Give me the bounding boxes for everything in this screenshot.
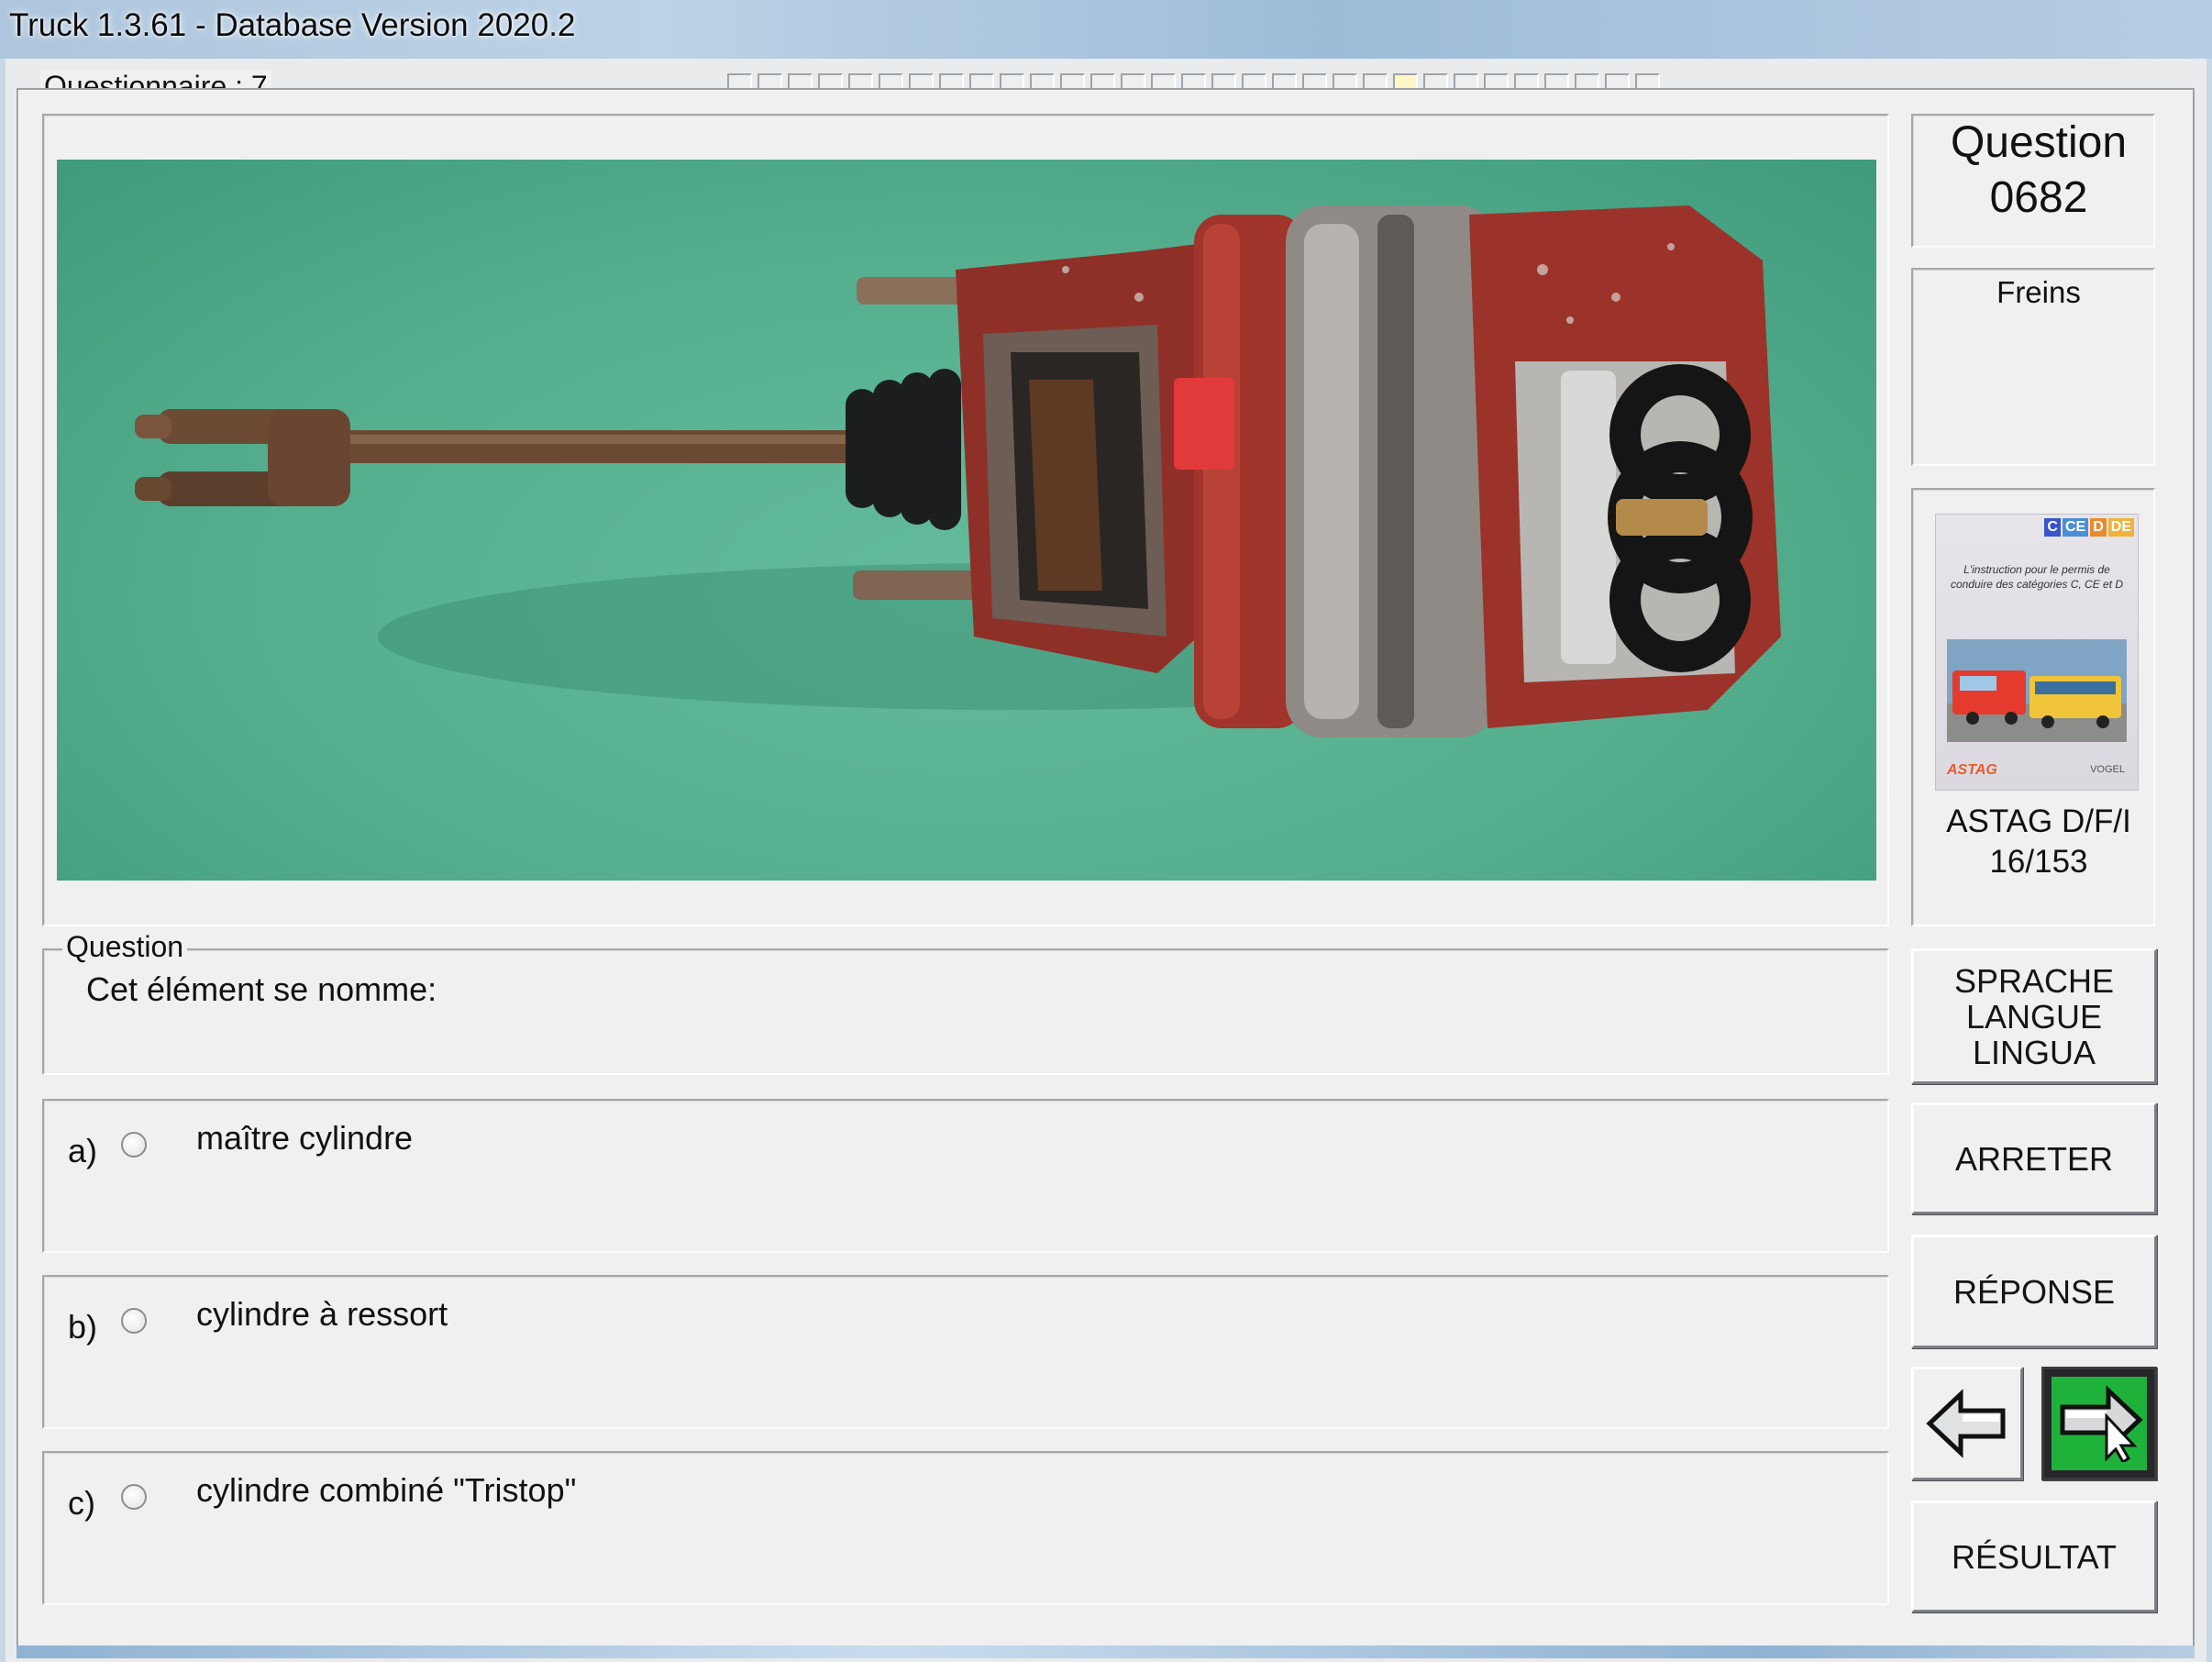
reference-page: 16/153 [1989, 844, 2088, 880]
book-publisher-logo-2: VOGEL [2090, 764, 2125, 775]
language-button-label-2: LANGUE [1965, 997, 2103, 1036]
question-number-value: 0682 [1989, 173, 2088, 222]
book-tag: C [2044, 518, 2061, 537]
answer-radio-c[interactable] [121, 1484, 147, 1510]
book-tag: D [2090, 518, 2107, 537]
category-label: Freins [1996, 275, 2081, 309]
question-photo [57, 160, 1876, 881]
title-bar: Truck 1.3.61 - Database Version 2020.2 [0, 0, 2212, 59]
question-number-label: Question [1950, 118, 2128, 167]
next-button[interactable] [2041, 1367, 2157, 1480]
reference-book-cover: C CE D DE L'instruction pour le permis d… [1935, 514, 2139, 791]
result-button[interactable]: RÉSULTAT [1911, 1501, 2157, 1612]
next-button-face [2052, 1377, 2147, 1470]
answer-letter: c) [68, 1484, 95, 1522]
stop-button[interactable]: ARRETER [1911, 1102, 2157, 1214]
question-section-label: Question [62, 930, 188, 964]
book-tag: CE [2062, 518, 2089, 537]
answer-text: cylindre combiné "Tristop" [196, 1471, 577, 1509]
previous-button[interactable] [1911, 1367, 2023, 1480]
answer-letter: b) [68, 1308, 98, 1346]
book-category-tags: C CE D DE [2044, 518, 2134, 537]
language-button-label-1: SPRACHE [1953, 961, 2115, 1000]
arrow-left-icon [1926, 1389, 2006, 1458]
answer-button[interactable]: RÉPONSE [1911, 1235, 2157, 1348]
answer-text: maître cylindre [196, 1119, 414, 1157]
answer-radio-a[interactable] [121, 1132, 147, 1158]
language-button[interactable]: SPRACHE LANGUE LINGUA [1911, 948, 2157, 1084]
answer-letter: a) [68, 1132, 98, 1169]
answer-text: cylindre à ressort [196, 1295, 448, 1333]
question-text: Cet élément se nomme: [86, 970, 437, 1008]
book-title: L'instruction pour le permis de conduire… [1950, 563, 2124, 591]
question-panel [42, 948, 1889, 1075]
brake-cylinder-image [135, 205, 1781, 737]
window-bottom-edge [17, 1645, 2195, 1658]
book-publisher-logo: ASTAG [1947, 762, 1997, 778]
book-tag: DE [2107, 518, 2134, 537]
book-truck-image [1947, 639, 2127, 742]
arrow-right-icon [2060, 1385, 2143, 1462]
language-button-label-3: LINGUA [1972, 1033, 2096, 1071]
reference-source: ASTAG D/F/I [1946, 803, 2131, 839]
window-title: Truck 1.3.61 - Database Version 2020.2 [9, 7, 576, 43]
answer-radio-b[interactable] [121, 1308, 147, 1334]
